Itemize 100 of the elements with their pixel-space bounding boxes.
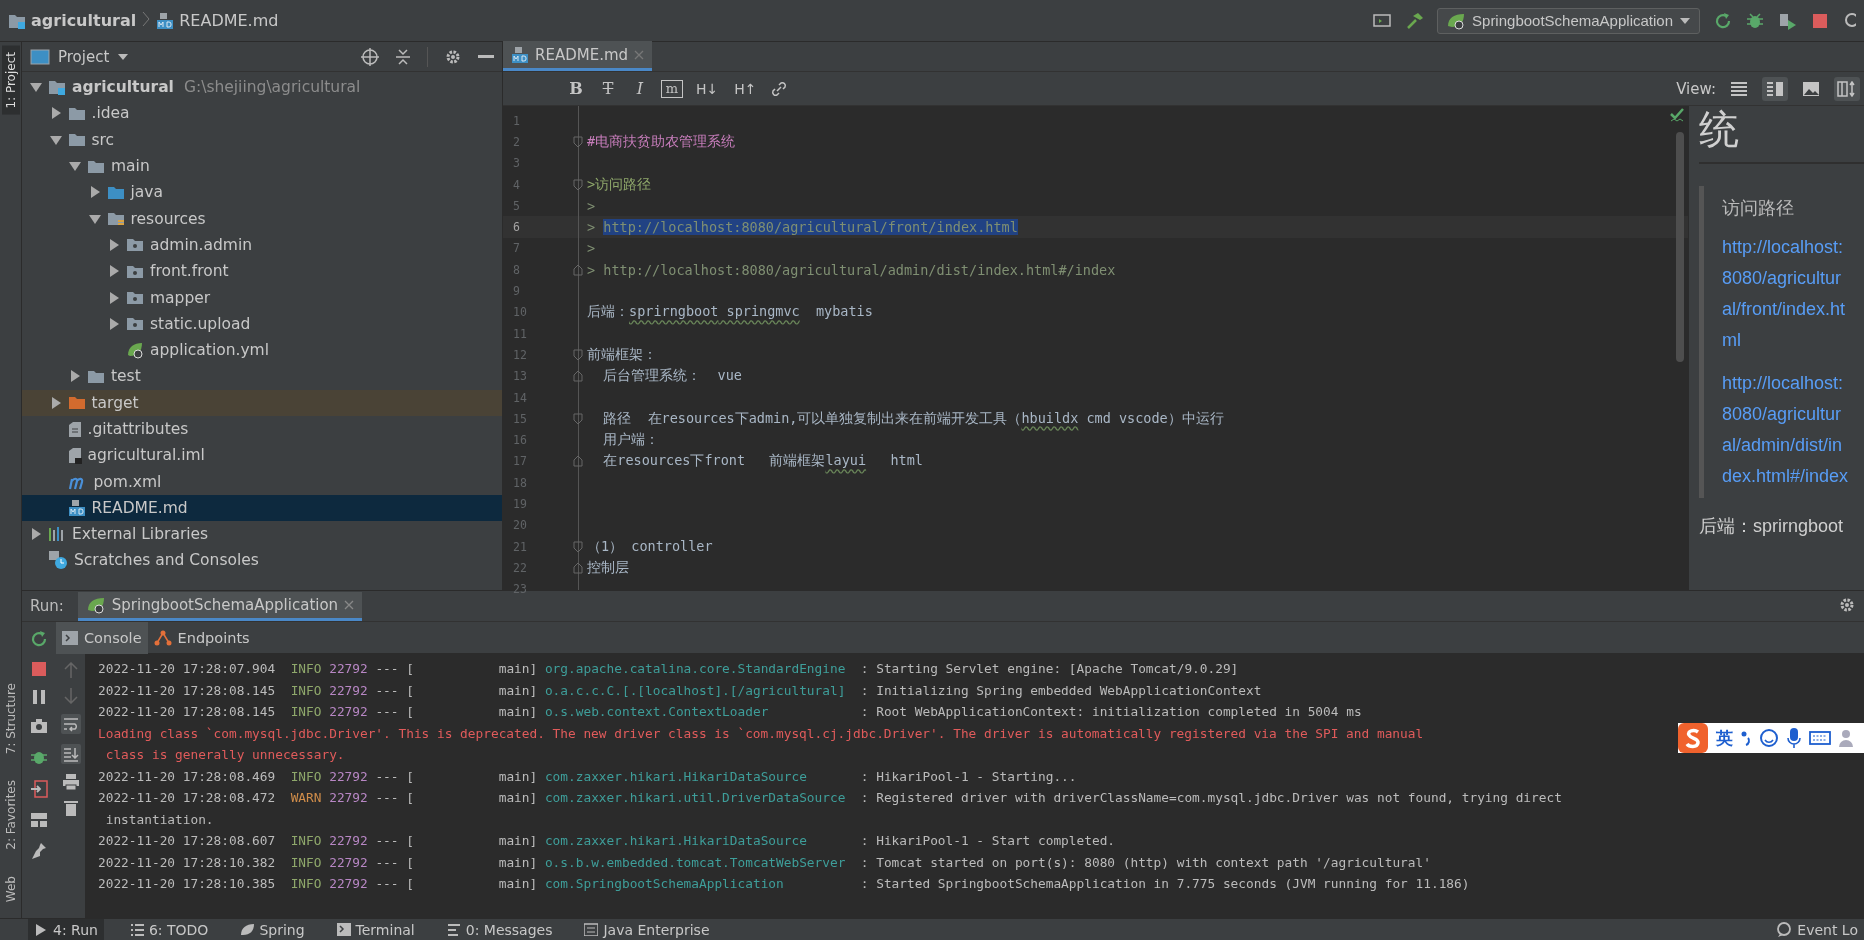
tool-window-tab[interactable]: 2: Favorites: [1, 774, 20, 856]
bug-icon[interactable]: [1746, 11, 1764, 30]
event-log-icon[interactable]: [1776, 921, 1793, 938]
preview-link[interactable]: http://localhost:8080/agricultural/front/index.html: [1722, 232, 1850, 356]
collapse-icon[interactable]: [395, 47, 411, 66]
format-button[interactable]: B: [565, 76, 587, 101]
fold-icon[interactable]: [573, 540, 583, 553]
preview-link[interactable]: http://localhost:8080/agricultural/admin/dist/index.html#/index: [1722, 368, 1850, 492]
tool-window-tab[interactable]: 7: Structure: [1, 676, 20, 761]
tool-window-tab[interactable]: Spring: [234, 918, 311, 940]
scrollbar[interactable]: [1676, 132, 1684, 362]
tree-item[interactable]: main: [22, 152, 502, 180]
camera-icon[interactable]: [30, 718, 48, 734]
image-icon[interactable]: [1802, 80, 1820, 97]
trash-icon[interactable]: [63, 800, 78, 816]
tree-item[interactable]: target: [22, 389, 502, 416]
format-button[interactable]: I: [629, 76, 651, 101]
caret-icon[interactable]: [117, 52, 130, 61]
split-view-icon[interactable]: [1766, 80, 1784, 97]
collapsed-arrow-icon[interactable]: [30, 528, 42, 541]
collapsed-arrow-icon[interactable]: [108, 265, 120, 278]
tool-window-tab[interactable]: 4: Run: [28, 918, 104, 940]
fold-icon[interactable]: [573, 135, 583, 148]
console-tab[interactable]: Endpoints: [147, 621, 256, 654]
tree-item[interactable]: .idea: [22, 100, 502, 127]
tree-item[interactable]: static.upload: [22, 310, 502, 337]
tool-window-tab[interactable]: 0: Messages: [440, 918, 559, 940]
tree-item[interactable]: pom.xml: [22, 468, 502, 495]
collapsed-arrow-icon[interactable]: [88, 186, 101, 199]
search-icon[interactable]: [1842, 11, 1856, 30]
tree-item[interactable]: front.front: [22, 258, 502, 285]
pin-icon[interactable]: [31, 842, 47, 860]
scroll-to-end-icon[interactable]: [60, 744, 81, 764]
collapsed-arrow-icon[interactable]: [49, 107, 62, 120]
emoji-icon[interactable]: [1759, 728, 1779, 748]
punctuation-icon[interactable]: [1741, 730, 1751, 746]
tool-window-tab[interactable]: 1: Project: [1, 46, 20, 115]
stop-icon[interactable]: [1812, 12, 1828, 29]
hammer-icon[interactable]: [1405, 11, 1424, 30]
keyboard-icon[interactable]: [1809, 730, 1831, 746]
tool-window-tab[interactable]: Java Enterprise: [578, 918, 716, 940]
collapsed-arrow-icon[interactable]: [69, 370, 81, 383]
panel-title[interactable]: Project: [58, 47, 110, 66]
pause-icon[interactable]: [32, 690, 46, 704]
editor-tab[interactable]: README.md: [503, 41, 653, 71]
collapsed-arrow-icon[interactable]: [108, 238, 120, 251]
tree-item[interactable]: src: [22, 126, 502, 153]
minimize-icon[interactable]: [478, 54, 494, 59]
tree-item[interactable]: agricultural G:\shejiing\agricultural: [22, 74, 502, 101]
tree-item[interactable]: .gitattributes: [22, 415, 502, 443]
tree-item[interactable]: README.md: [22, 494, 502, 522]
coverage-icon[interactable]: [1778, 11, 1798, 30]
fold-icon[interactable]: [573, 370, 583, 383]
format-button[interactable]: T: [597, 76, 619, 101]
tree-item[interactable]: resources: [22, 205, 502, 232]
exit-icon[interactable]: [30, 780, 48, 798]
link-icon[interactable]: [769, 79, 788, 98]
breadcrumb[interactable]: README.md: [156, 11, 279, 30]
layout-icon[interactable]: [30, 812, 48, 828]
collapsed-arrow-icon[interactable]: [108, 291, 120, 304]
locate-icon[interactable]: [361, 47, 379, 66]
input-mode-label[interactable]: 英: [1716, 726, 1733, 750]
fold-icon[interactable]: [573, 455, 583, 468]
expanded-arrow-icon[interactable]: [49, 133, 62, 146]
run-configuration-dropdown[interactable]: SpringbootSchemaApplication: [1437, 7, 1700, 34]
soft-wrap-icon[interactable]: [60, 714, 81, 734]
editor-only-icon[interactable]: [1730, 80, 1748, 97]
monitor-icon[interactable]: [1373, 12, 1392, 29]
fold-icon[interactable]: [573, 178, 583, 191]
fold-icon[interactable]: [573, 561, 583, 574]
tree-item[interactable]: application.yml: [22, 336, 502, 364]
print-icon[interactable]: [61, 774, 80, 790]
tree-item[interactable]: agricultural.iml: [22, 442, 502, 469]
tree-item[interactable]: test: [22, 363, 502, 390]
layout-icon[interactable]: [1837, 80, 1857, 97]
tree-item[interactable]: java: [22, 179, 502, 206]
tool-window-tab[interactable]: 6: TODO: [123, 918, 215, 940]
tool-window-tab[interactable]: Terminal: [330, 918, 421, 940]
expanded-arrow-icon[interactable]: [88, 212, 101, 225]
event-log-link[interactable]: Event Lo: [1797, 921, 1858, 938]
collapsed-arrow-icon[interactable]: [108, 317, 120, 330]
run-tab[interactable]: SpringbootSchemaApplication: [77, 591, 363, 621]
expanded-arrow-icon[interactable]: [69, 160, 81, 173]
input-method-bar[interactable]: 英: [1678, 723, 1864, 753]
rerun-icon[interactable]: [1714, 11, 1732, 30]
format-button[interactable]: H↓: [693, 76, 722, 101]
breadcrumb[interactable]: agricultural: [8, 11, 137, 30]
tree-item[interactable]: admin.admin: [22, 231, 502, 259]
format-button[interactable]: m: [661, 79, 683, 98]
fold-icon[interactable]: [573, 263, 583, 276]
fold-icon[interactable]: [573, 348, 583, 361]
tree-item[interactable]: mapper: [22, 284, 502, 311]
fold-icon[interactable]: [573, 412, 583, 425]
rerun-icon[interactable]: [30, 630, 48, 648]
expanded-arrow-icon[interactable]: [30, 81, 42, 94]
tree-item[interactable]: Scratches and Consoles: [22, 547, 502, 574]
tool-window-tab[interactable]: Web: [1, 869, 20, 908]
collapsed-arrow-icon[interactable]: [49, 396, 62, 409]
format-button[interactable]: H↑: [731, 76, 760, 101]
console-tab[interactable]: Console: [56, 621, 148, 654]
